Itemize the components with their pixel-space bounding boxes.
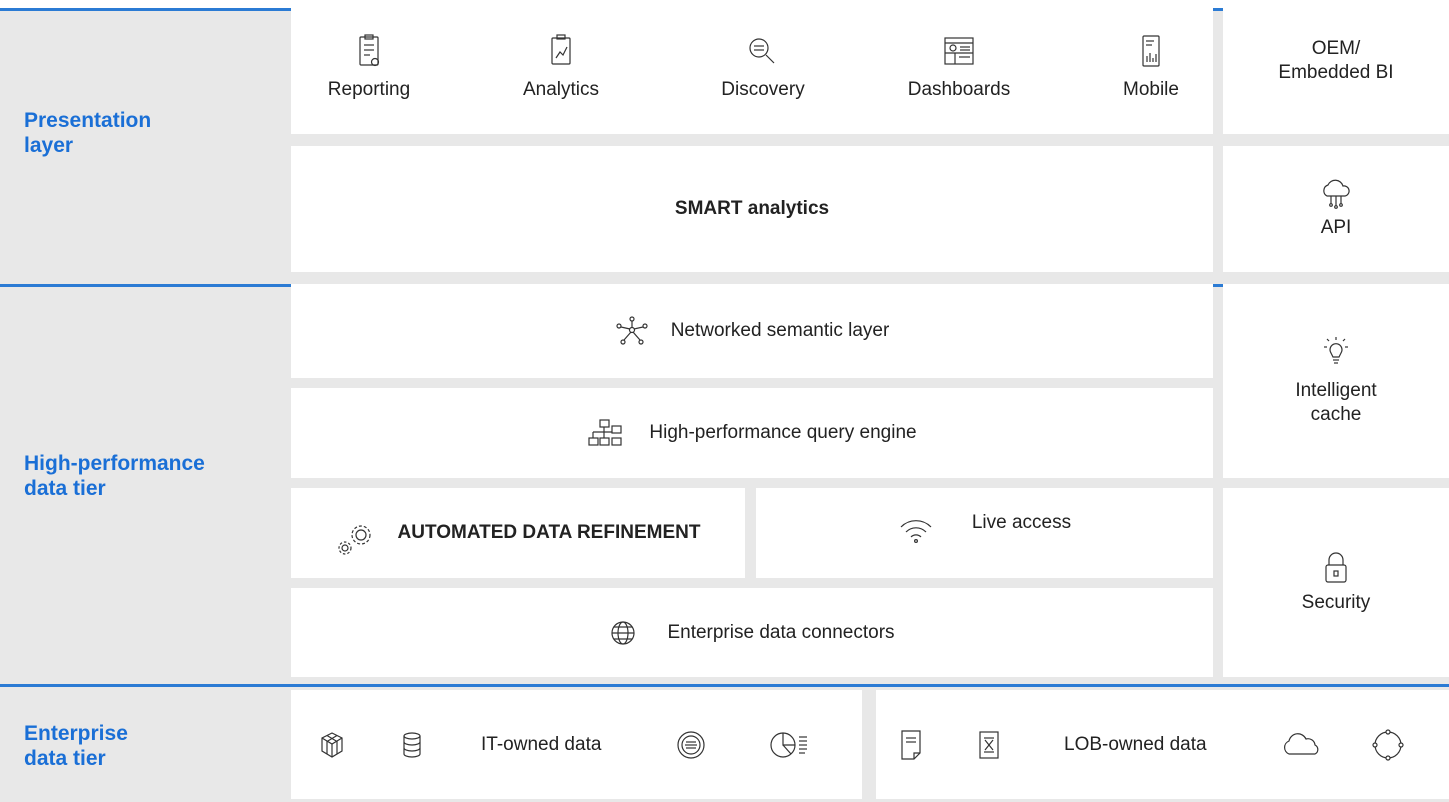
smart-analytics-box[interactable]: SMART analytics	[291, 146, 1213, 272]
pie-chart-icon	[769, 729, 809, 761]
enterprise-tier: Enterprise data tier IT-owned data LOB-o…	[0, 684, 1449, 802]
tool-reporting[interactable]: Reporting	[309, 34, 429, 102]
intelligent-cache-box[interactable]: Intelligent cache	[1223, 284, 1449, 478]
mobile-icon	[1140, 34, 1162, 68]
clipboard-icon	[358, 34, 380, 68]
semantic-layer-box[interactable]: Networked semantic layer	[291, 284, 1213, 378]
query-engine-box[interactable]: High-performance query engine	[291, 388, 1213, 478]
tool-label: Dashboards	[907, 79, 1011, 100]
lob-owned-data-box[interactable]: LOB-owned data	[876, 690, 1449, 799]
smart-analytics-label: SMART analytics	[674, 198, 830, 219]
data-tier: High-performance data tier Networked sem…	[0, 284, 1449, 684]
security-label: Security	[1301, 591, 1371, 613]
cloud-api-icon	[1318, 178, 1354, 210]
tool-label: Analytics	[522, 79, 600, 100]
database-icon	[401, 731, 423, 759]
tool-label: Reporting	[327, 79, 411, 100]
data-refinement-label: AUTOMATED DATA REFINEMENT	[397, 522, 701, 543]
tool-label: Discovery	[721, 79, 805, 100]
data-connectors-box[interactable]: Enterprise data connectors	[291, 588, 1213, 677]
hierarchy-icon	[587, 418, 623, 448]
live-access-label: Live access	[971, 512, 1072, 533]
data-refinement-box[interactable]: AUTOMATED DATA REFINEMENT	[291, 488, 745, 578]
search-icon	[745, 34, 781, 68]
network-icon	[615, 316, 649, 346]
cube-icon	[319, 731, 345, 759]
globe-icon	[609, 619, 637, 647]
presentation-tier: Presentation layer Reporting Analytics D…	[0, 8, 1449, 284]
gears-icon	[336, 523, 376, 557]
presentation-tools-box: Reporting Analytics Discovery Dashboards…	[291, 8, 1213, 134]
data-connectors-label: Enterprise data connectors	[667, 621, 895, 643]
disc-list-icon	[675, 729, 707, 761]
it-owned-data-label: IT-owned data	[481, 733, 602, 755]
excel-file-icon	[978, 730, 1000, 760]
query-engine-label: High-performance query engine	[649, 422, 917, 443]
api-box[interactable]: API	[1223, 146, 1449, 272]
chart-icon	[550, 34, 572, 68]
semantic-layer-label: Networked semantic layer	[670, 320, 890, 341]
lock-icon	[1323, 551, 1349, 585]
oem-embedded-bi-box[interactable]: OEM/ Embedded BI	[1223, 8, 1449, 134]
data-tier-label: High-performance data tier	[24, 452, 205, 500]
api-label: API	[1320, 217, 1352, 238]
tool-mobile[interactable]: Mobile	[1101, 34, 1201, 102]
presentation-tier-label: Presentation layer	[24, 109, 152, 157]
lightbulb-icon	[1319, 335, 1353, 369]
dashboard-icon	[942, 34, 976, 68]
live-access-box[interactable]: Live access	[756, 488, 1213, 578]
cloud-icon	[1280, 732, 1322, 758]
document-icon	[900, 729, 922, 761]
tool-dashboards[interactable]: Dashboards	[889, 34, 1029, 102]
lob-owned-data-label: LOB-owned data	[1064, 733, 1207, 755]
it-owned-data-box[interactable]: IT-owned data	[291, 690, 862, 799]
security-box[interactable]: Security	[1223, 488, 1449, 677]
wifi-icon	[898, 518, 934, 544]
tool-analytics[interactable]: Analytics	[501, 34, 621, 102]
enterprise-tier-label: Enterprise data tier	[24, 722, 128, 770]
orbit-icon	[1370, 727, 1406, 763]
tool-label: Mobile	[1123, 79, 1179, 100]
tool-discovery[interactable]: Discovery	[703, 34, 823, 102]
